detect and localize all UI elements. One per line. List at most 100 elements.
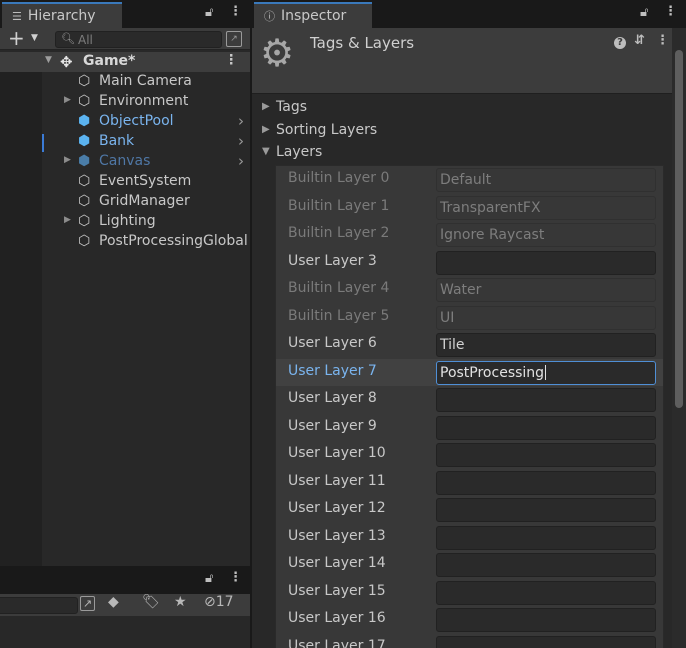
kebab-icon[interactable]: ⋮ (664, 4, 677, 19)
layer-label: User Layer 17 (288, 637, 386, 648)
layer-name-field[interactable] (436, 443, 656, 467)
foldout-layers-label: Layers (276, 144, 323, 160)
layer-name-value: Tile (440, 337, 465, 353)
layer-name-field[interactable] (436, 250, 656, 275)
prefab-cube-icon: ⬢ (78, 113, 91, 129)
hierarchy-item-label: EventSystem (99, 173, 192, 189)
hierarchy-item[interactable]: ⬢ ObjectPool › (42, 112, 250, 132)
chevron-right-icon: ▶ (262, 124, 270, 135)
tab-hierarchy[interactable]: ☰ Hierarchy (2, 2, 122, 28)
layer-label: Builtin Layer 1 (288, 197, 390, 214)
lock-icon[interactable]: 🔓︎ (205, 5, 213, 20)
layer-row: Builtin Layer 1 TransparentFX (276, 194, 663, 221)
scene-row[interactable]: ▼ ✥ Game* ⋮ (0, 52, 250, 72)
layer-name-value: Water (440, 282, 482, 298)
tag-icon[interactable]: 🏷︎ (142, 594, 160, 610)
foldout-sorting-layers[interactable]: ▶ Sorting Layers (252, 120, 672, 142)
layer-row: User Layer 17 (276, 634, 663, 648)
layer-row: User Layer 9 (276, 414, 663, 441)
unity-scene-icon: ✥ (60, 53, 73, 71)
hierarchy-item-label: Main Camera (99, 73, 192, 89)
layer-name-value: PostProcessing (440, 364, 545, 381)
filter-by-type-icon[interactable]: ◆ (108, 594, 119, 610)
star-icon[interactable]: ★ (174, 594, 187, 610)
layer-name-field[interactable]: Tile (436, 333, 656, 357)
layer-name-field[interactable] (436, 525, 656, 550)
layer-row: User Layer 15 (276, 579, 663, 606)
layer-name-field: Ignore Raycast (436, 223, 656, 247)
expand-arrow-icon[interactable]: ▶ (64, 155, 71, 165)
layer-name-value: UI (440, 309, 455, 326)
layer-name-field[interactable] (436, 608, 656, 632)
layer-name-field[interactable] (436, 415, 656, 440)
layer-name-field[interactable] (436, 470, 656, 495)
hierarchy-item[interactable]: ⬢ Bank › (42, 132, 250, 152)
layer-row: User Layer 7 PostProcessing (276, 358, 663, 386)
foldout-sorting-layers-label: Sorting Layers (276, 122, 378, 138)
hierarchy-item-label: ObjectPool (99, 113, 174, 129)
expand-arrow-icon[interactable]: ▼ (45, 55, 52, 65)
layer-label: Builtin Layer 5 (288, 307, 390, 324)
expand-arrow-icon[interactable]: ▶ (64, 215, 71, 225)
preset-icon[interactable]: ⇵ (634, 33, 645, 48)
hidden-eye-icon[interactable]: ⊘17 (204, 594, 234, 610)
cube-icon: ⬡ (78, 193, 91, 209)
layer-name-field[interactable] (436, 580, 656, 605)
hierarchy-item-label: Lighting (99, 213, 156, 229)
gear-icon: ⚙ (260, 31, 295, 75)
search-mode-icon[interactable]: ↗ (80, 596, 95, 611)
layer-row: Builtin Layer 4 Water (276, 276, 663, 303)
hierarchy-item[interactable]: ⬡ GridManager (42, 192, 250, 212)
chevron-right-icon[interactable]: › (238, 112, 244, 130)
kebab-icon[interactable]: ⋮ (656, 33, 669, 48)
hidden-count: 17 (215, 594, 234, 610)
layer-row: User Layer 8 (276, 386, 663, 413)
layer-label: User Layer 3 (288, 252, 377, 269)
kebab-icon[interactable]: ⋮ (229, 4, 242, 19)
layer-name-field[interactable] (436, 388, 656, 412)
layer-row: User Layer 10 (276, 441, 663, 468)
inspector-scrollbar[interactable] (672, 28, 686, 648)
plus-icon[interactable]: + (8, 28, 25, 48)
foldout-layers[interactable]: ▼ Layers (252, 142, 672, 164)
scrollbar-thumb[interactable] (675, 50, 683, 408)
layer-row: User Layer 11 (276, 469, 663, 496)
help-icon[interactable]: ? (614, 37, 626, 49)
scene-kebab-icon[interactable]: ⋮ (225, 52, 239, 68)
layer-name-field[interactable] (436, 498, 656, 522)
lock-icon[interactable]: 🔓︎ (205, 571, 213, 586)
tab-inspector[interactable]: ⓘ Inspector (254, 2, 372, 28)
chevron-right-icon[interactable]: › (238, 132, 244, 150)
chevron-down-icon[interactable]: ▼ (31, 33, 38, 43)
project-body (0, 616, 250, 648)
foldout-tags[interactable]: ▶ Tags (252, 97, 672, 119)
layer-name-field: UI (436, 305, 656, 330)
hierarchy-item[interactable]: ⬡ PostProcessingGlobal (42, 232, 250, 252)
kebab-icon[interactable]: ⋮ (229, 570, 242, 585)
search-icon: 🔍︎ (61, 32, 75, 45)
hierarchy-item[interactable]: ▶ ⬡ Environment (42, 92, 250, 112)
project-tabbar: 🔓︎ ⋮ (0, 566, 250, 594)
layer-label: User Layer 16 (288, 610, 386, 626)
layer-label: User Layer 13 (288, 527, 386, 544)
hierarchy-item[interactable]: ⬡ Main Camera (42, 72, 250, 92)
hierarchy-search-input[interactable]: 🔍︎ All (55, 31, 222, 48)
search-mode-icon[interactable]: ↗ (226, 31, 242, 47)
layer-row: User Layer 16 (276, 606, 663, 633)
lock-icon[interactable]: 🔓︎ (640, 5, 648, 20)
hierarchy-item[interactable]: ▶ ⬢ Canvas › (42, 152, 250, 172)
expand-arrow-icon[interactable]: ▶ (64, 95, 71, 105)
layer-name-field[interactable] (436, 635, 656, 648)
hierarchy-item-label: Canvas (99, 153, 151, 169)
hierarchy-item[interactable]: ⬡ EventSystem (42, 172, 250, 192)
layer-label: User Layer 14 (288, 555, 386, 571)
chevron-right-icon: ▶ (262, 101, 270, 112)
layer-row: Builtin Layer 0 Default (276, 166, 663, 193)
layer-name-field[interactable]: PostProcessing (436, 360, 656, 385)
hierarchy-item[interactable]: ▶ ⬡ Lighting (42, 212, 250, 232)
project-search-input[interactable] (0, 597, 78, 614)
layer-name-field[interactable] (436, 553, 656, 577)
layer-name-value: Default (440, 172, 492, 188)
hierarchy-item-label: Bank (99, 133, 135, 149)
chevron-right-icon[interactable]: › (238, 152, 244, 170)
